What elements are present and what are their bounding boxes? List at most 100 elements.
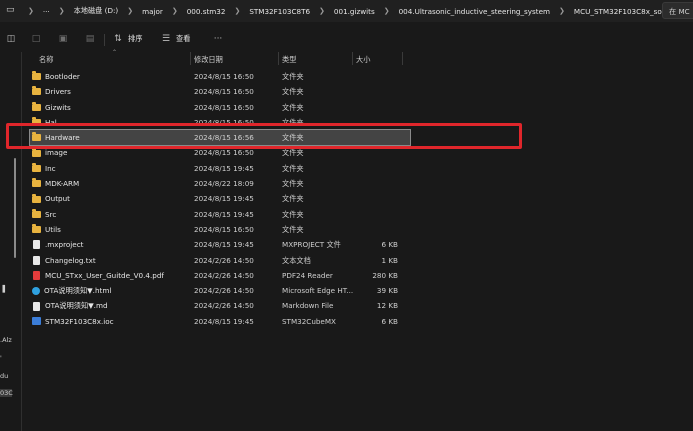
file-type: STM32CubeMX: [282, 316, 336, 326]
list-item[interactable]: MCU_STxx_User_Guitde_V0.4.pdf 2024/2/26 1…: [30, 268, 410, 283]
column-divider[interactable]: [278, 52, 279, 65]
file-name: OTA说明须知▼.html: [44, 286, 112, 296]
search-input[interactable]: 在 MC: [662, 2, 693, 19]
folder-icon: [32, 101, 41, 111]
more-button[interactable]: ···: [212, 31, 224, 47]
sort-label: 排序: [128, 34, 143, 43]
list-item[interactable]: Bootloder 2024/8/15 16:50 文件夹: [30, 69, 410, 84]
file-name-cell: Inc: [32, 161, 56, 176]
vertical-scrollbar[interactable]: [683, 54, 691, 431]
list-item[interactable]: OTA说明须知▼.md 2024/2/26 14:50 Markdown File 1…: [30, 298, 410, 313]
column-date[interactable]: 修改日期: [194, 55, 223, 65]
nav-scrollbar[interactable]: [14, 158, 16, 258]
list-item[interactable]: OTA说明须知▼.html 2024/2/26 14:50 Microsoft Ed…: [30, 283, 410, 298]
file-type: 文件夹: [282, 72, 304, 81]
nav-item-fragment[interactable]: ': [0, 354, 2, 362]
list-item[interactable]: MDK-ARM 2024/8/22 18:09 文件夹: [30, 176, 410, 191]
chevron-up-icon: ⌃: [112, 49, 118, 56]
annotation-highlight-box: [6, 123, 522, 149]
address-bar: ▭ ❯ ··· ❯ 本地磁盘 (D:) ❯ major ❯ 000.stm32 …: [0, 0, 693, 22]
nav-item-fragment[interactable]: .Alz: [0, 336, 12, 344]
file-name-cell: Utils: [32, 222, 61, 237]
file-name-cell: OTA说明须知▼.html: [32, 283, 111, 298]
breadcrumb-item[interactable]: 000.stm32: [187, 7, 226, 16]
file-date: 2024/2/26 14:50: [194, 286, 254, 296]
breadcrumb-overflow[interactable]: ···: [43, 7, 50, 16]
sort-icon: ⇅: [114, 34, 122, 44]
nav-item-fragment[interactable]: du: [0, 372, 8, 380]
list-item[interactable]: Output 2024/8/15 19:45 文件夹: [30, 191, 410, 206]
list-item[interactable]: Gizwits 2024/8/15 16:50 文件夹: [30, 100, 410, 115]
cut-button[interactable]: □: [30, 31, 42, 47]
ioc-icon: [32, 317, 41, 326]
chevron-right-icon: ❯: [171, 7, 178, 15]
edge-icon: [32, 286, 40, 295]
file-type: 文件夹: [282, 179, 304, 189]
file-size: 39 KB: [376, 286, 398, 296]
file-name: OTA说明须知▼.md: [45, 301, 108, 311]
file-name: Changelog.txt: [45, 255, 96, 265]
column-divider[interactable]: [190, 52, 191, 65]
file-date: 2024/8/15 16:50: [194, 224, 254, 234]
file-size: 6 KB: [381, 316, 398, 326]
breadcrumb-item[interactable]: 001.gizwits: [334, 7, 375, 16]
list-item[interactable]: .mxproject 2024/8/15 19:45 MXPROJECT 文件 6 K…: [30, 237, 410, 252]
file-name-cell: Bootloder: [32, 69, 80, 84]
file-type: 文件夹: [282, 224, 304, 234]
column-divider[interactable]: [402, 52, 403, 65]
sort-button[interactable]: ⇅ 排序: [112, 31, 142, 47]
list-item[interactable]: STM32F103C8x.ioc 2024/8/15 19:45 STM32Cube…: [30, 314, 410, 329]
list-item[interactable]: Inc 2024/8/15 19:45 文件夹: [30, 161, 410, 176]
column-type[interactable]: 类型: [282, 55, 296, 65]
chevron-right-icon: ❯: [28, 7, 34, 15]
list-item[interactable]: Src 2024/8/15 19:45 文件夹: [30, 207, 410, 222]
monitor-icon[interactable]: ▭: [6, 4, 16, 16]
folder-icon: [32, 193, 41, 203]
file-icon: [33, 240, 40, 250]
file-name: Bootloder: [45, 72, 80, 81]
list-item[interactable]: Utils 2024/8/15 16:50 文件夹: [30, 222, 410, 237]
column-name[interactable]: 名称: [39, 55, 53, 65]
copy-icon: ▣: [58, 34, 68, 44]
breadcrumb-item[interactable]: 本地磁盘 (D:): [74, 6, 119, 16]
pdf-icon: [33, 271, 40, 280]
nav-item-fragment[interactable]: 03C: [0, 389, 13, 397]
breadcrumb-item[interactable]: major: [142, 7, 163, 16]
file-date: 2024/8/22 18:09: [194, 179, 254, 189]
column-divider[interactable]: [352, 52, 353, 65]
chevron-right-icon: ❯: [127, 7, 134, 15]
breadcrumb: ❯ ··· ❯ 本地磁盘 (D:) ❯ major ❯ 000.stm32 ❯ …: [22, 0, 693, 22]
file-name: Src: [45, 209, 57, 219]
cut-icon: □: [31, 34, 41, 44]
file-type: 文本文档: [282, 255, 311, 265]
chevron-right-icon: ❯: [559, 7, 565, 15]
file-name-cell: Src: [32, 207, 56, 222]
new-item-button[interactable]: ◫: [5, 31, 17, 47]
file-type: 文件夹: [282, 102, 304, 112]
file-date: 2024/2/26 14:50: [194, 270, 254, 280]
delete-button[interactable]: ▤: [84, 31, 96, 47]
file-name: Inc: [45, 163, 56, 173]
file-name-cell: Output: [32, 191, 70, 206]
more-icon: ···: [213, 34, 223, 44]
folder-icon: [32, 208, 41, 218]
breadcrumb-item[interactable]: STM32F103C8T6: [249, 7, 310, 16]
toolbar-divider: [104, 34, 105, 46]
breadcrumb-item[interactable]: 004.Ultrasonic_inductive_steering_system: [399, 7, 550, 16]
file-type: MXPROJECT 文件: [282, 240, 341, 250]
list-item[interactable]: Drivers 2024/8/15 16:50 文件夹: [30, 84, 410, 99]
nav-item-fragment[interactable]: ▐: [0, 285, 5, 293]
list-item[interactable]: Changelog.txt 2024/2/26 14:50 文本文档 1 KB: [30, 253, 410, 268]
file-size: 1 KB: [381, 255, 398, 265]
file-name: MCU_STxx_User_Guitde_V0.4.pdf: [45, 270, 164, 280]
file-name: .mxproject: [45, 240, 84, 250]
view-button[interactable]: ☰ 查看: [160, 31, 190, 47]
file-type: 文件夹: [282, 87, 304, 97]
file-name-cell: Gizwits: [32, 100, 71, 115]
copy-button[interactable]: ▣: [57, 31, 69, 47]
column-size[interactable]: 大小: [356, 55, 370, 65]
file-name: Output: [45, 194, 70, 204]
folder-icon: [32, 224, 41, 234]
toolbar: ◫ □ ▣ ▤ ⇅ 排序 ☰ 查看 ···: [0, 28, 693, 50]
navigation-pane[interactable]: ▐ .Alz ' du 03C: [0, 52, 22, 431]
